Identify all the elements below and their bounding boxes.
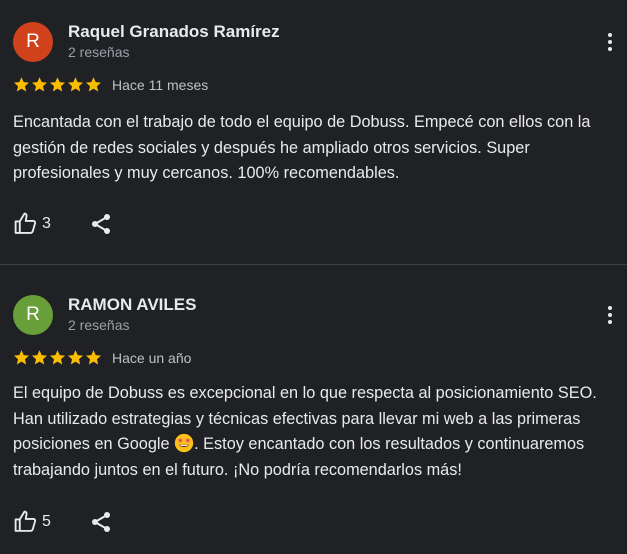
star-rating <box>13 349 102 366</box>
like-button[interactable]: 3 <box>13 211 51 236</box>
avatar[interactable]: R <box>13 295 53 335</box>
review-card: R Raquel Granados Ramírez 2 reseñas Hace… <box>0 0 627 265</box>
reviewer-name[interactable]: RAMON AVILES <box>68 295 196 315</box>
star-icon <box>85 349 102 366</box>
review-count: 2 reseñas <box>68 317 130 333</box>
star-rating <box>13 76 102 93</box>
review-actions: 3 <box>13 211 113 236</box>
rating-row: Hace un año <box>13 349 191 366</box>
star-icon <box>31 76 48 93</box>
star-icon <box>67 76 84 93</box>
star-icon <box>31 349 48 366</box>
more-vert-icon[interactable] <box>602 302 618 328</box>
star-icon <box>85 76 102 93</box>
review-actions: 5 <box>13 509 113 534</box>
share-button[interactable] <box>89 510 113 534</box>
thumb-up-icon <box>13 509 38 534</box>
review-count: 2 reseñas <box>68 44 130 60</box>
share-icon <box>89 212 113 236</box>
review-date: Hace un año <box>112 349 192 366</box>
review-card: R RAMON AVILES 2 reseñas Hace un año El … <box>0 265 627 553</box>
share-icon <box>89 510 113 534</box>
star-icon <box>13 349 30 366</box>
reviewer-name[interactable]: Raquel Granados Ramírez <box>68 22 280 42</box>
star-struck-emoji <box>174 433 194 453</box>
review-date: Hace 11 meses <box>112 76 209 93</box>
like-button[interactable]: 5 <box>13 509 51 534</box>
review-text: Encantada con el trabajo de todo el equi… <box>13 113 591 182</box>
like-count: 3 <box>42 214 51 232</box>
more-vert-icon[interactable] <box>602 29 618 55</box>
rating-row: Hace 11 meses <box>13 76 208 93</box>
thumb-up-icon <box>13 211 38 236</box>
star-icon <box>13 76 30 93</box>
star-icon <box>49 76 66 93</box>
review-text: El equipo de Dobuss es excepcional en lo… <box>13 381 623 483</box>
star-icon <box>67 349 84 366</box>
avatar[interactable]: R <box>13 22 53 62</box>
share-button[interactable] <box>89 212 113 236</box>
star-icon <box>49 349 66 366</box>
like-count: 5 <box>42 512 51 530</box>
